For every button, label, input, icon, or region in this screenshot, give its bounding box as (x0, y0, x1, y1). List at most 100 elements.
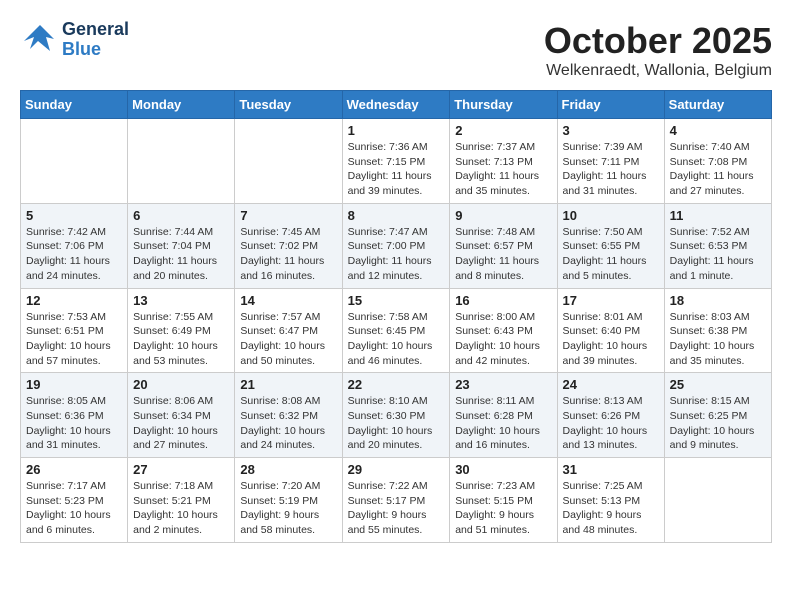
calendar-cell: 9 Sunrise: 7:48 AM Sunset: 6:57 PM Daylig… (450, 203, 557, 288)
calendar-cell: 8 Sunrise: 7:47 AM Sunset: 7:00 PM Daylig… (342, 203, 450, 288)
day-number: 21 (240, 377, 336, 392)
calendar-cell: 1 Sunrise: 7:36 AM Sunset: 7:15 PM Daylig… (342, 119, 450, 204)
calendar-cell: 3 Sunrise: 7:39 AM Sunset: 7:11 PM Daylig… (557, 119, 664, 204)
day-number: 4 (670, 123, 766, 138)
calendar-cell (21, 119, 128, 204)
day-number: 6 (133, 208, 229, 223)
calendar-cell: 24 Sunrise: 8:13 AM Sunset: 6:26 PM Dayli… (557, 373, 664, 458)
cell-daylight-info: Sunrise: 7:25 AM Sunset: 5:13 PM Dayligh… (563, 479, 659, 538)
day-of-week-header: Monday (128, 91, 235, 119)
cell-daylight-info: Sunrise: 8:13 AM Sunset: 6:26 PM Dayligh… (563, 394, 659, 453)
cell-daylight-info: Sunrise: 7:55 AM Sunset: 6:49 PM Dayligh… (133, 310, 229, 369)
calendar-header-row: SundayMondayTuesdayWednesdayThursdayFrid… (21, 91, 772, 119)
calendar-cell: 5 Sunrise: 7:42 AM Sunset: 7:06 PM Daylig… (21, 203, 128, 288)
day-number: 7 (240, 208, 336, 223)
page-header: General Blue October 2025 Welkenraedt, W… (20, 20, 772, 80)
cell-daylight-info: Sunrise: 7:45 AM Sunset: 7:02 PM Dayligh… (240, 225, 336, 284)
cell-daylight-info: Sunrise: 7:42 AM Sunset: 7:06 PM Dayligh… (26, 225, 122, 284)
logo-line2: Blue (62, 40, 129, 60)
calendar-cell: 4 Sunrise: 7:40 AM Sunset: 7:08 PM Daylig… (664, 119, 771, 204)
day-number: 20 (133, 377, 229, 392)
cell-daylight-info: Sunrise: 7:52 AM Sunset: 6:53 PM Dayligh… (670, 225, 766, 284)
cell-daylight-info: Sunrise: 8:11 AM Sunset: 6:28 PM Dayligh… (455, 394, 551, 453)
calendar-cell: 26Sunrise: 7:17 AM Sunset: 5:23 PM Dayli… (21, 458, 128, 543)
day-number: 15 (348, 293, 445, 308)
cell-daylight-info: Sunrise: 7:58 AM Sunset: 6:45 PM Dayligh… (348, 310, 445, 369)
cell-daylight-info: Sunrise: 7:44 AM Sunset: 7:04 PM Dayligh… (133, 225, 229, 284)
calendar-cell: 29Sunrise: 7:22 AM Sunset: 5:17 PM Dayli… (342, 458, 450, 543)
cell-daylight-info: Sunrise: 7:36 AM Sunset: 7:15 PM Dayligh… (348, 140, 445, 199)
cell-daylight-info: Sunrise: 7:57 AM Sunset: 6:47 PM Dayligh… (240, 310, 336, 369)
cell-daylight-info: Sunrise: 7:22 AM Sunset: 5:17 PM Dayligh… (348, 479, 445, 538)
day-number: 24 (563, 377, 659, 392)
day-number: 28 (240, 462, 336, 477)
calendar-cell: 6 Sunrise: 7:44 AM Sunset: 7:04 PM Daylig… (128, 203, 235, 288)
day-number: 11 (670, 208, 766, 223)
day-number: 30 (455, 462, 551, 477)
day-number: 13 (133, 293, 229, 308)
cell-daylight-info: Sunrise: 7:48 AM Sunset: 6:57 PM Dayligh… (455, 225, 551, 284)
calendar-cell: 27 Sunrise: 7:18 AM Sunset: 5:21 PM Dayli… (128, 458, 235, 543)
day-of-week-header: Wednesday (342, 91, 450, 119)
calendar-cell: 30Sunrise: 7:23 AM Sunset: 5:15 PM Dayli… (450, 458, 557, 543)
cell-daylight-info: Sunrise: 8:01 AM Sunset: 6:40 PM Dayligh… (563, 310, 659, 369)
cell-daylight-info: Sunrise: 8:10 AM Sunset: 6:30 PM Dayligh… (348, 394, 445, 453)
day-number: 1 (348, 123, 445, 138)
day-number: 17 (563, 293, 659, 308)
calendar-cell: 15 Sunrise: 7:58 AM Sunset: 6:45 PM Dayli… (342, 288, 450, 373)
calendar-cell (235, 119, 342, 204)
calendar-week-row: 12Sunrise: 7:53 AM Sunset: 6:51 PM Dayli… (21, 288, 772, 373)
calendar-cell: 18Sunrise: 8:03 AM Sunset: 6:38 PM Dayli… (664, 288, 771, 373)
calendar-cell: 7 Sunrise: 7:45 AM Sunset: 7:02 PM Daylig… (235, 203, 342, 288)
cell-daylight-info: Sunrise: 8:05 AM Sunset: 6:36 PM Dayligh… (26, 394, 122, 453)
cell-daylight-info: Sunrise: 7:18 AM Sunset: 5:21 PM Dayligh… (133, 479, 229, 538)
calendar-cell: 19 Sunrise: 8:05 AM Sunset: 6:36 PM Dayli… (21, 373, 128, 458)
calendar-cell: 22 Sunrise: 8:10 AM Sunset: 6:30 PM Dayli… (342, 373, 450, 458)
page-subtitle: Welkenraedt, Wallonia, Belgium (544, 62, 772, 80)
calendar-cell (664, 458, 771, 543)
day-number: 23 (455, 377, 551, 392)
cell-daylight-info: Sunrise: 8:03 AM Sunset: 6:38 PM Dayligh… (670, 310, 766, 369)
day-number: 2 (455, 123, 551, 138)
calendar-cell: 11 Sunrise: 7:52 AM Sunset: 6:53 PM Dayli… (664, 203, 771, 288)
cell-daylight-info: Sunrise: 7:50 AM Sunset: 6:55 PM Dayligh… (563, 225, 659, 284)
cell-daylight-info: Sunrise: 7:39 AM Sunset: 7:11 PM Dayligh… (563, 140, 659, 199)
day-number: 27 (133, 462, 229, 477)
cell-daylight-info: Sunrise: 7:40 AM Sunset: 7:08 PM Dayligh… (670, 140, 766, 199)
day-of-week-header: Friday (557, 91, 664, 119)
calendar-cell: 28Sunrise: 7:20 AM Sunset: 5:19 PM Dayli… (235, 458, 342, 543)
cell-daylight-info: Sunrise: 7:47 AM Sunset: 7:00 PM Dayligh… (348, 225, 445, 284)
title-block: October 2025 Welkenraedt, Wallonia, Belg… (544, 20, 772, 80)
day-number: 8 (348, 208, 445, 223)
calendar-cell: 13 Sunrise: 7:55 AM Sunset: 6:49 PM Dayli… (128, 288, 235, 373)
day-number: 9 (455, 208, 551, 223)
calendar-cell: 14Sunrise: 7:57 AM Sunset: 6:47 PM Dayli… (235, 288, 342, 373)
day-number: 10 (563, 208, 659, 223)
logo-icon (20, 21, 58, 59)
cell-daylight-info: Sunrise: 8:08 AM Sunset: 6:32 PM Dayligh… (240, 394, 336, 453)
calendar-cell: 20 Sunrise: 8:06 AM Sunset: 6:34 PM Dayli… (128, 373, 235, 458)
logo: General Blue (20, 20, 129, 60)
calendar-cell: 21 Sunrise: 8:08 AM Sunset: 6:32 PM Dayli… (235, 373, 342, 458)
calendar-week-row: 5 Sunrise: 7:42 AM Sunset: 7:06 PM Daylig… (21, 203, 772, 288)
day-of-week-header: Tuesday (235, 91, 342, 119)
calendar-cell (128, 119, 235, 204)
day-number: 12 (26, 293, 122, 308)
calendar-cell: 16Sunrise: 8:00 AM Sunset: 6:43 PM Dayli… (450, 288, 557, 373)
day-number: 3 (563, 123, 659, 138)
calendar-table: SundayMondayTuesdayWednesdayThursdayFrid… (20, 90, 772, 543)
day-number: 31 (563, 462, 659, 477)
day-number: 5 (26, 208, 122, 223)
day-number: 19 (26, 377, 122, 392)
day-number: 16 (455, 293, 551, 308)
cell-daylight-info: Sunrise: 7:17 AM Sunset: 5:23 PM Dayligh… (26, 479, 122, 538)
calendar-week-row: 26Sunrise: 7:17 AM Sunset: 5:23 PM Dayli… (21, 458, 772, 543)
page-title: October 2025 (544, 20, 772, 62)
calendar-cell: 10 Sunrise: 7:50 AM Sunset: 6:55 PM Dayli… (557, 203, 664, 288)
cell-daylight-info: Sunrise: 8:15 AM Sunset: 6:25 PM Dayligh… (670, 394, 766, 453)
cell-daylight-info: Sunrise: 8:06 AM Sunset: 6:34 PM Dayligh… (133, 394, 229, 453)
cell-daylight-info: Sunrise: 7:37 AM Sunset: 7:13 PM Dayligh… (455, 140, 551, 199)
day-number: 22 (348, 377, 445, 392)
calendar-cell: 23 Sunrise: 8:11 AM Sunset: 6:28 PM Dayli… (450, 373, 557, 458)
day-of-week-header: Thursday (450, 91, 557, 119)
